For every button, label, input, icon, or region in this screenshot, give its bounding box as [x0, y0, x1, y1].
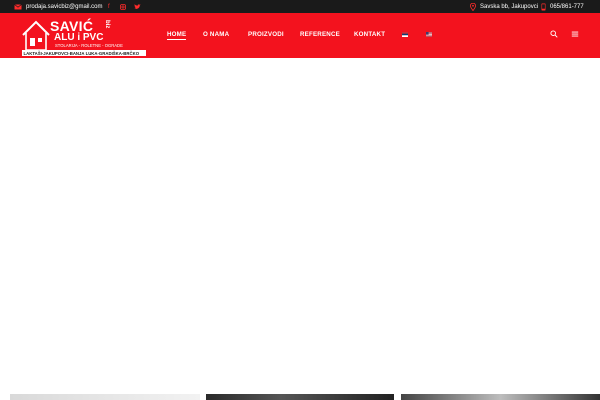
address-text: Savska bb, Jakupovci: [480, 3, 539, 10]
address-contact: Savska bb, Jakupovci: [470, 0, 538, 13]
main-header: SAVIĆ biz ALU i PVC STOLARIJA - ROLETNE …: [0, 13, 600, 58]
envelope-icon: [14, 3, 22, 9]
nav-proizvodi[interactable]: PROIZVODI: [248, 31, 284, 38]
email-text[interactable]: prodaja.savicbiz@gmail.com: [26, 4, 102, 10]
nav-kontakt[interactable]: KONTAKT: [354, 31, 385, 38]
twitter-link[interactable]: [134, 0, 141, 13]
facebook-icon[interactable]: f: [108, 4, 110, 10]
nav-reference[interactable]: REFERENCE: [300, 31, 340, 38]
mobile-phone-icon: [541, 3, 546, 10]
logo-product-line: ALU i PVC: [54, 32, 103, 43]
instagram-link[interactable]: [120, 0, 126, 13]
map-pin-icon: [470, 2, 476, 11]
serbian-flag-icon[interactable]: [402, 32, 408, 37]
email-contact[interactable]: prodaja.savicbiz@gmail.com: [14, 0, 102, 13]
logo-locations: LAKTAŠI-JAKUPOVCI-BANJA LUKA-GRADIŠKA-BR…: [24, 51, 140, 56]
company-logo[interactable]: SAVIĆ biz ALU i PVC STOLARIJA - ROLETNE …: [20, 16, 148, 56]
nav-home[interactable]: HOME: [167, 31, 187, 40]
search-icon[interactable]: [550, 30, 558, 38]
product-thumbnail-1[interactable]: [10, 394, 200, 400]
logo-brand-suffix: biz: [104, 20, 110, 28]
instagram-icon[interactable]: [120, 3, 126, 10]
nav-o-nama[interactable]: O NAMA: [203, 31, 229, 38]
phone-text[interactable]: 065/861-777: [550, 4, 584, 10]
hero-slider[interactable]: [0, 58, 600, 395]
english-flag-icon[interactable]: [426, 32, 432, 37]
hamburger-menu-icon[interactable]: [571, 30, 579, 38]
logo-services: STOLARIJA - ROLETNE - OGRADE: [55, 43, 123, 48]
top-bar: prodaja.savicbiz@gmail.com f Savska bb, …: [0, 0, 600, 13]
phone-contact[interactable]: 065/861-777: [541, 0, 584, 13]
product-thumbnail-2[interactable]: [206, 394, 394, 400]
facebook-link[interactable]: f: [108, 0, 110, 13]
product-thumbnail-3[interactable]: [401, 394, 600, 400]
twitter-icon[interactable]: [134, 3, 141, 10]
